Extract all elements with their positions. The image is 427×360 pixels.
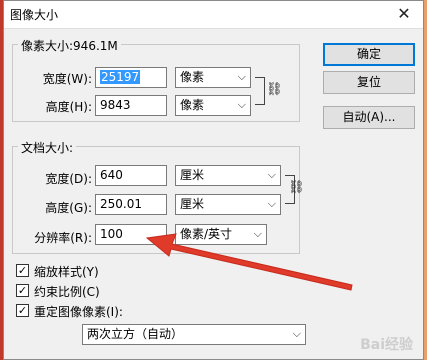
annotation-arrow-icon — [145, 233, 353, 291]
